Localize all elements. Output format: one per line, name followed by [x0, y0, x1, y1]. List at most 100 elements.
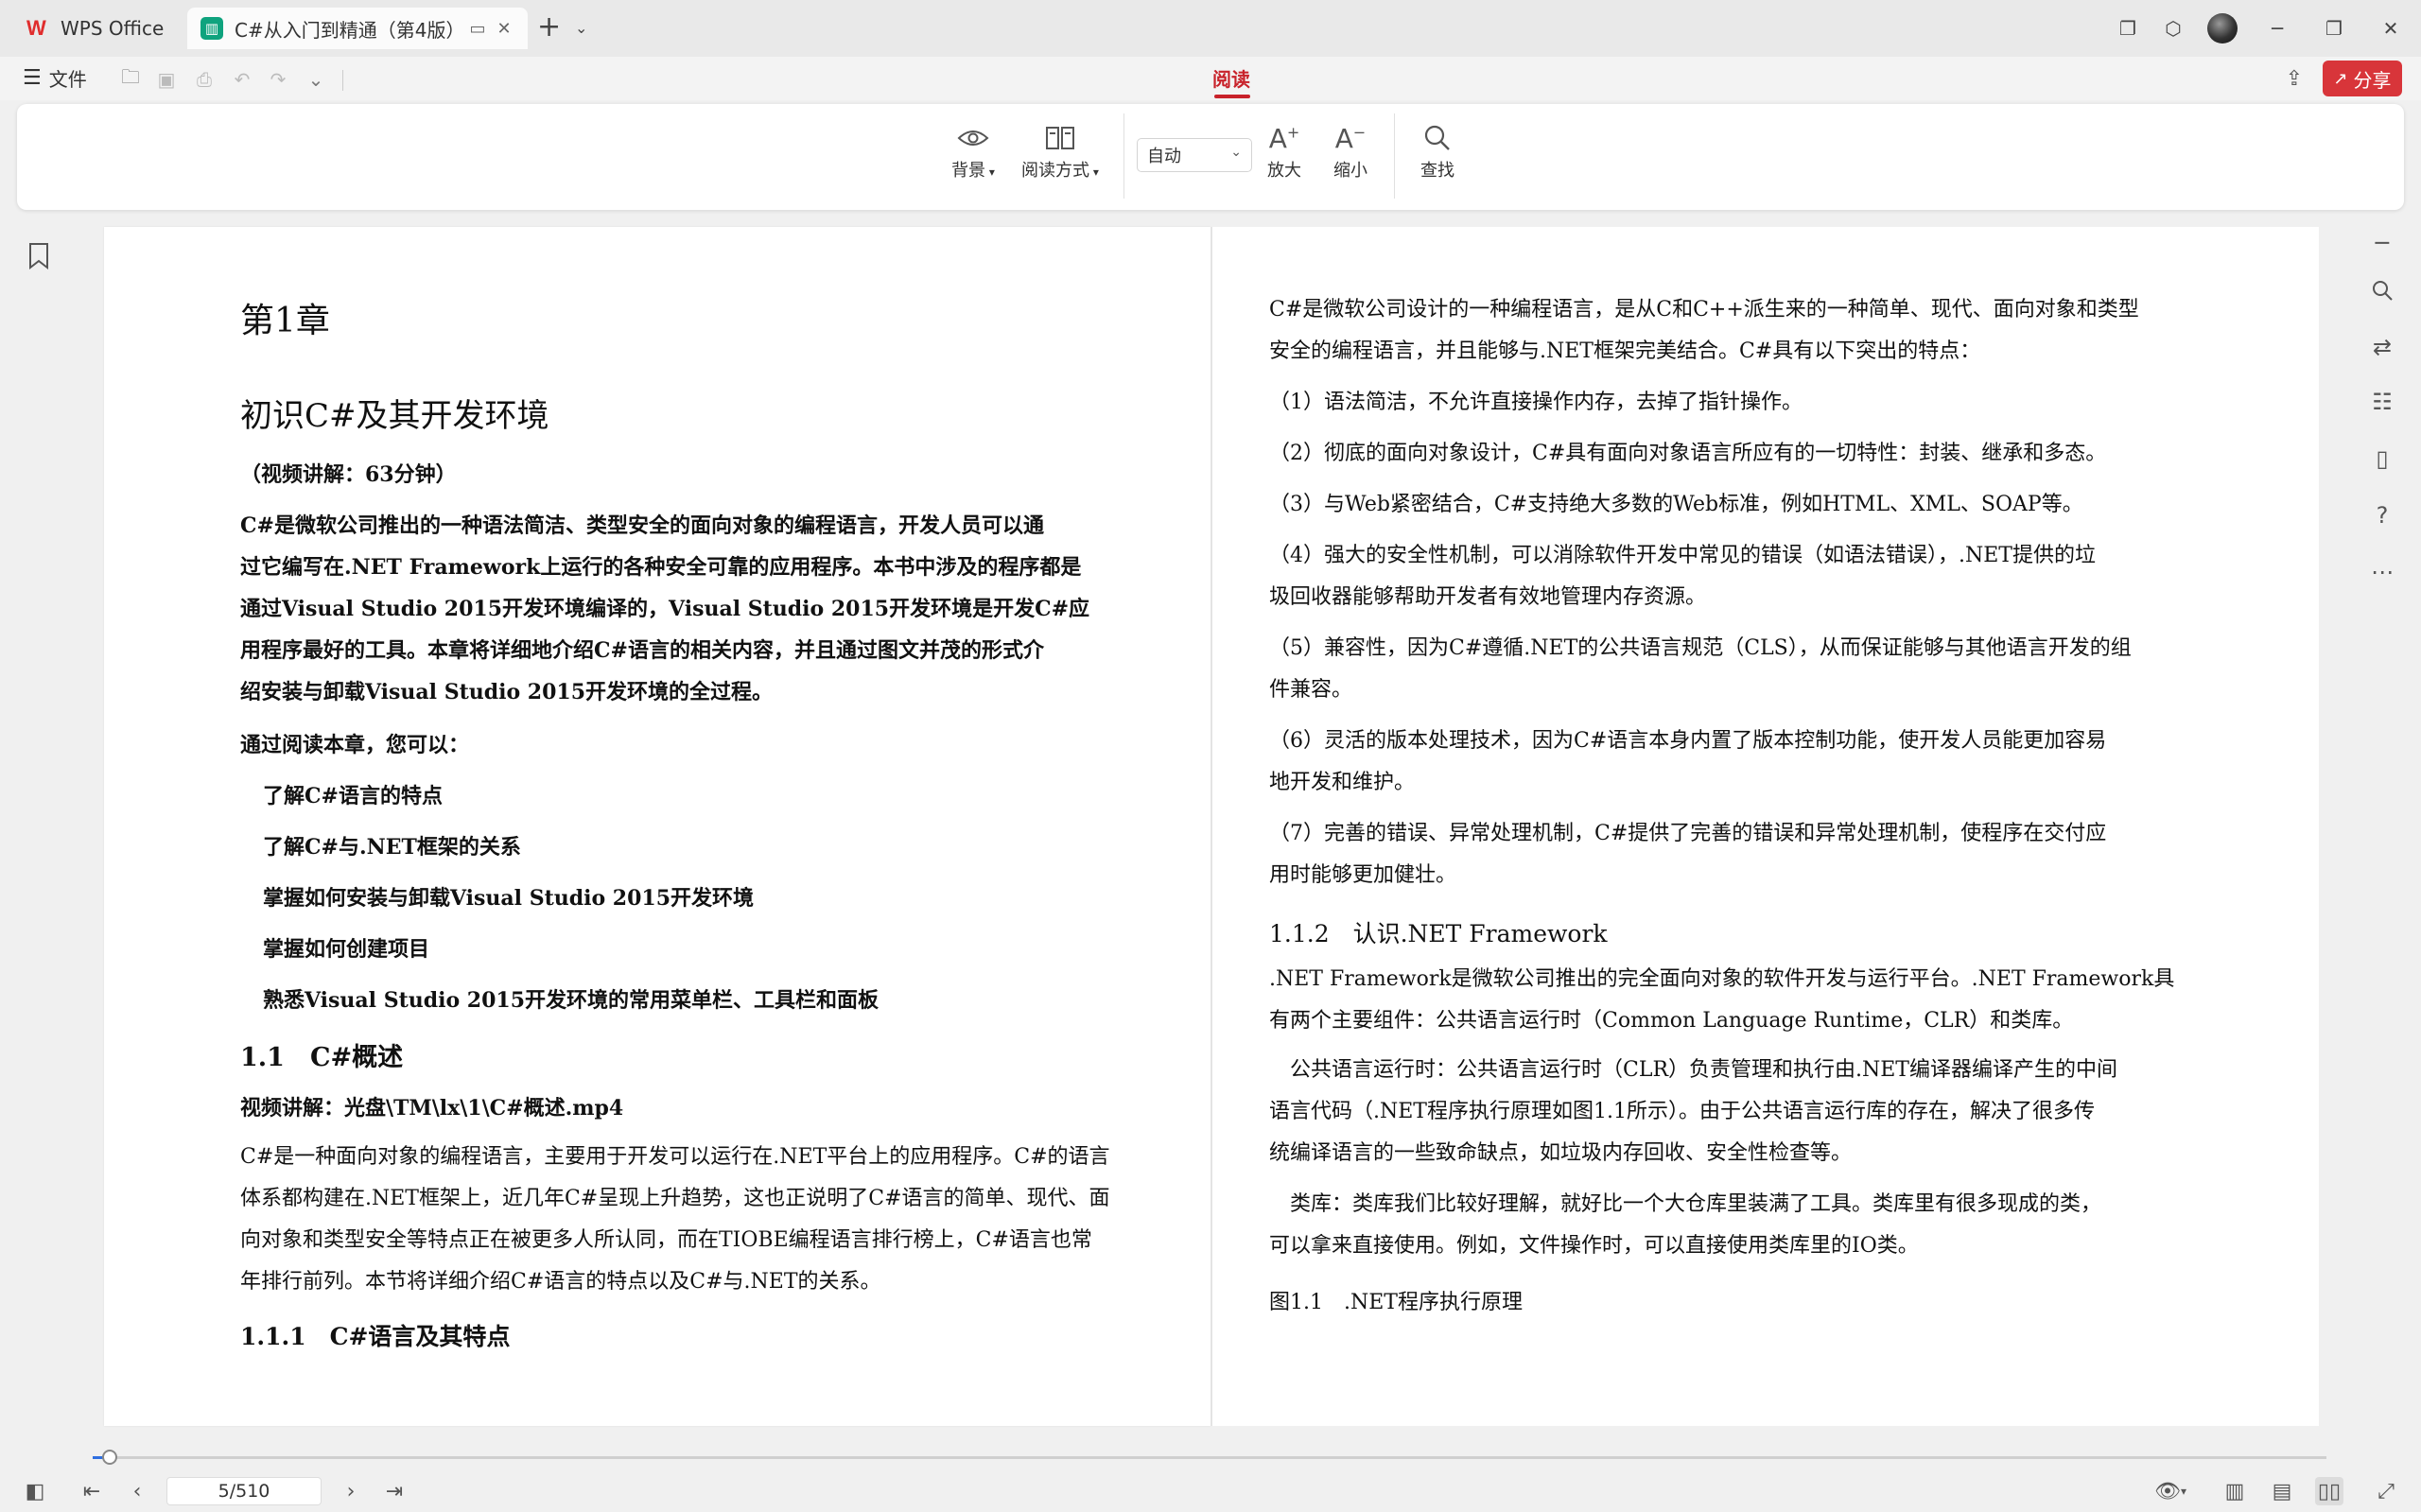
features-list: （1）语法简洁，不允许直接操作内存，去掉了指针操作。 （2）彻底的面向对象设计，… [1269, 382, 2215, 896]
features-intro: C#是微软公司设计的一种编程语言，是从C和C++派生来的一种简单、现代、面向对象… [1269, 289, 2215, 373]
new-tab-icon[interactable]: + [537, 13, 561, 42]
window-layout-icon[interactable]: ❐ [2109, 11, 2147, 45]
reading-progress-handle[interactable] [102, 1450, 117, 1465]
more-options-icon[interactable]: ⋯ [2366, 556, 2398, 588]
zoom-in-button[interactable]: A+ 放大 [1267, 119, 1301, 182]
scroll-view-icon[interactable]: ▤ [2268, 1477, 2296, 1505]
video-path: 视频讲解：光盘\TM\lx\1\C#概述.mp4 [240, 1096, 624, 1121]
eye-protection-icon[interactable]: 👁 ▾ [2149, 1477, 2192, 1505]
two-page-view-icon[interactable]: ▯▯ [2315, 1477, 2343, 1505]
adjust-settings-icon[interactable]: ☷ [2366, 386, 2398, 418]
find-label: 查找 [1420, 161, 1454, 181]
cloud-upload-icon[interactable]: ⇪ [2279, 64, 2309, 93]
close-tab-icon[interactable]: ✕ [494, 18, 514, 39]
intro-line: 安全的编程语言，并且能够与.NET框架完美结合。C#具有以下突出的特点： [1269, 339, 1981, 363]
zoom-in-label: 放大 [1267, 161, 1301, 181]
reading-toolbar: 背景 ▾ 阅读方式 ▾ 自动 ⌄ A+ 放大 A− 缩小 查找 [17, 104, 2404, 210]
wps-logo-icon: W [26, 16, 46, 40]
title-bar: W WPS Office ▥ C#从入门到精通（第4版）.epub ▭ ✕ + … [0, 0, 2421, 57]
active-tab-indicator [1214, 95, 1250, 98]
zoom-select[interactable]: 自动 ⌄ [1137, 138, 1252, 172]
help-icon[interactable]: ? [2366, 499, 2398, 531]
list-item: 了解C#与.NET框架的关系 [263, 835, 521, 860]
separator [1123, 113, 1124, 199]
last-page-icon[interactable]: ⇥ [380, 1477, 409, 1505]
restore-icon[interactable]: ❐ [2315, 11, 2353, 45]
share-button[interactable]: ↗ 分享 [2323, 61, 2402, 96]
tab-reading-mode[interactable]: 阅读 [1210, 64, 1252, 92]
zoom-out-button[interactable]: A− 缩小 [1333, 119, 1367, 182]
intro-line: C#是微软公司推出的一种语法简洁、类型安全的面向对象的编程语言，开发人员可以通 [240, 513, 1044, 538]
previous-page-icon[interactable]: ‹ [123, 1477, 151, 1505]
reading-mode-button[interactable]: 阅读方式 ▾ [1021, 119, 1099, 182]
tab-wps-label: WPS Office [61, 17, 165, 40]
translate-icon[interactable]: ⇄ [2366, 331, 2398, 363]
tab-wps-office[interactable]: W WPS Office [13, 8, 182, 49]
subsection-heading: 1.1.1 C#语言及其特点 [240, 1323, 511, 1350]
tab-document-title: C#从入门到精通（第4版）.epub [235, 18, 462, 42]
close-window-icon[interactable]: ✕ [2372, 11, 2410, 45]
open-folder-icon[interactable]: 🗀 [117, 65, 144, 93]
list-item: 掌握如何安装与卸载Visual Studio 2015开发环境 [263, 886, 755, 911]
book-icon: ▥ [200, 17, 223, 40]
chapter-intro: C#是微软公司推出的一种语法简洁、类型安全的面向对象的编程语言，开发人员可以通 … [240, 505, 1186, 713]
more-quick-actions-chevron-icon[interactable]: ⌄ [303, 66, 329, 93]
list-item: （1）语法简洁，不允许直接操作内存，去掉了指针操作。 [1269, 391, 1803, 414]
intro-line: 通过Visual Studio 2015开发环境编译的，Visual Studi… [240, 597, 1090, 621]
zoom-select-value: 自动 [1147, 147, 1181, 166]
overview-paragraph: C#是一种面向对象的编程语言，主要用于开发可以运行在.NET平台上的应用程序。C… [240, 1137, 1186, 1303]
reading-progress-track[interactable] [93, 1456, 2326, 1459]
eye-icon [957, 119, 989, 157]
font-increase-icon: A+ [1268, 122, 1300, 154]
file-menu-button[interactable]: ☰ 文件 [23, 64, 87, 92]
find-button[interactable]: 查找 [1420, 119, 1454, 182]
separator [342, 70, 343, 91]
reading-mode-label: 阅读方式 [1021, 161, 1089, 181]
overview-line: C#是一种面向对象的编程语言，主要用于开发可以运行在.NET平台上的应用程序。C… [240, 1145, 1110, 1169]
chapter-number: 第1章 [240, 302, 330, 340]
bookmark-icon[interactable] [26, 242, 51, 270]
monitor-icon[interactable]: ▭ [467, 18, 488, 39]
chevron-down-icon: ⌄ [1230, 145, 1242, 160]
figure-caption: 图1.1 .NET程序执行原理 [1269, 1291, 1523, 1314]
single-page-view-icon[interactable]: ▥ [2221, 1477, 2249, 1505]
overview-line: 体系都构建在.NET框架上，近几年C#呈现上升趋势，这也正说明了C#语言的简单、… [240, 1187, 1110, 1210]
first-page-icon[interactable]: ⇤ [78, 1477, 106, 1505]
tab-document[interactable]: ▥ C#从入门到精通（第4版）.epub ▭ ✕ [187, 8, 528, 49]
clr-paragraph: 公共语言运行时：公共语言运行时（CLR）负责管理和执行由.NET编译器编译产生的… [1269, 1058, 2117, 1165]
list-item: （2）彻底的面向对象设计，C#具有面向对象语言所应有的一切特性：封装、继承和多态… [1269, 442, 2107, 465]
fullscreen-icon[interactable]: ⤢ [2372, 1477, 2400, 1505]
zoom-out-label: 缩小 [1333, 161, 1367, 181]
open-book-icon [1045, 119, 1075, 157]
menu-bar: ☰ 文件 🗀 ▣ ⎙ ↶ ↷ ⌄ 阅读 ⇪ ↗ 分享 [0, 57, 2421, 100]
class-library-paragraph: 类库：类库我们比较好理解，就好比一个大仓库里装满了工具。类库里有很多现成的类， … [1269, 1192, 2102, 1258]
search-panel-icon[interactable] [2366, 274, 2398, 306]
print-icon[interactable]: ⎙ [191, 66, 218, 93]
subsection-heading: 1.1.2 认识.NET Framework [1269, 920, 1608, 947]
avatar[interactable] [2207, 13, 2238, 43]
list-item: （3）与Web紧密结合，C#支持绝大多数的Web标准，例如HTML、XML、SO… [1269, 493, 2083, 516]
collapse-panel-icon[interactable]: ─ [2366, 227, 2398, 259]
goals-list: 了解C#语言的特点 了解C#与.NET框架的关系 掌握如何安装与卸载Visual… [263, 775, 1209, 1021]
overview-line: 年排行前列。本节将详细介绍C#语言的特点以及C#与.NET的关系。 [240, 1270, 881, 1294]
tab-list-chevron-icon[interactable]: ⌄ [575, 19, 587, 37]
save-icon[interactable]: ▣ [153, 66, 180, 93]
search-icon [1423, 119, 1452, 157]
file-menu-label: 文件 [48, 68, 87, 91]
overview-line: 向对象和类型安全等特点正在被更多人所认同，而在TIOBE编程语言排行榜上，C#语… [240, 1228, 1092, 1252]
video-duration-note: （视频讲解：63分钟） [240, 462, 457, 487]
font-decrease-icon: A− [1334, 122, 1367, 154]
next-page-icon[interactable]: › [337, 1477, 365, 1505]
redo-icon[interactable]: ↷ [265, 66, 291, 93]
book-library-icon[interactable]: ▯ [2366, 443, 2398, 475]
background-button[interactable]: 背景 ▾ [951, 119, 995, 182]
app-cube-icon[interactable]: ⬡ [2154, 11, 2192, 45]
intro-line: 绍安装与卸载Visual Studio 2015开发环境的全过程。 [240, 680, 774, 704]
undo-icon[interactable]: ↶ [229, 66, 255, 93]
net-intro-paragraph: .NET Framework是微软公司推出的完全面向对象的软件开发与运行平台。.… [1269, 967, 2175, 1033]
minimize-icon[interactable]: ─ [2258, 11, 2296, 45]
page-number-input[interactable]: 5/510 [166, 1477, 322, 1505]
background-label: 背景 [951, 161, 985, 181]
toggle-sidebar-icon[interactable]: ◧ [21, 1477, 49, 1505]
list-item: （5）兼容性，因为C#遵循.NET的公共语言规范（CLS），从而保证能够与其他语… [1269, 636, 2132, 702]
